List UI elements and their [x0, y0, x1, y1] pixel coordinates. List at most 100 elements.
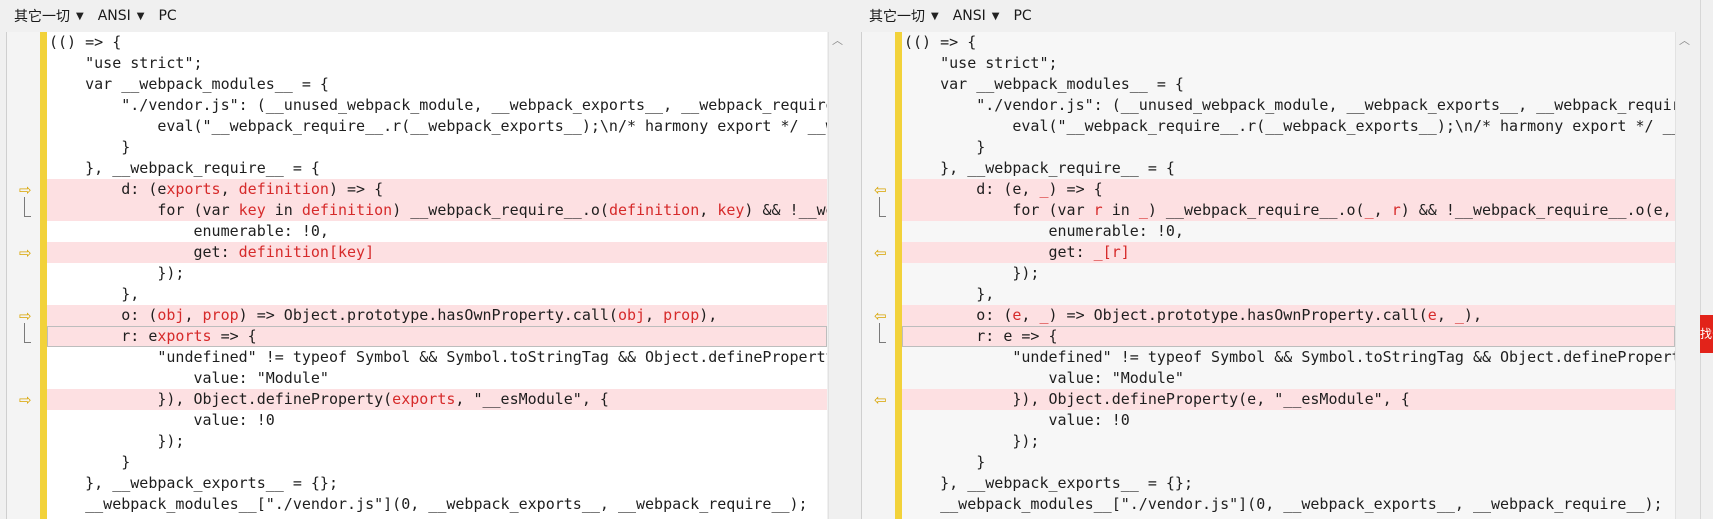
- left-arrow-icon[interactable]: ⇦: [874, 183, 892, 198]
- right-arrow-icon[interactable]: ⇨: [19, 309, 37, 324]
- left-vertical-scrollbar[interactable]: ︿: [828, 32, 846, 519]
- code-token: }, __webpack_require__ = {: [49, 159, 320, 177]
- left-line-endings-selector[interactable]: PC: [158, 8, 176, 24]
- changed-token: _[r]: [1093, 243, 1130, 261]
- code-line[interactable]: enumerable: !0,: [902, 221, 1675, 242]
- code-line[interactable]: }: [902, 137, 1675, 158]
- code-line[interactable]: o: (e, _) => Object.prototype.hasOwnProp…: [902, 305, 1675, 326]
- left-arrow-icon[interactable]: ⇦: [874, 309, 892, 324]
- code-line[interactable]: "undefined" != typeof Symbol && Symbol.t…: [47, 347, 827, 368]
- right-arrow-icon[interactable]: ⇨: [19, 393, 37, 408]
- code-token: __webpack_modules__["./vendor.js"](0, __…: [904, 495, 1663, 513]
- code-line[interactable]: for (var key in definition) __webpack_re…: [47, 200, 827, 221]
- left-arrow-icon[interactable]: ⇦: [874, 246, 892, 261]
- code-line[interactable]: "use strict";: [902, 53, 1675, 74]
- code-line[interactable]: get: definition[key]: [47, 242, 827, 263]
- code-token: "undefined" != typeof Symbol && Symbol.t…: [157, 348, 827, 366]
- right-line-endings-selector[interactable]: PC: [1013, 8, 1031, 24]
- changed-token: _: [1039, 180, 1049, 198]
- code-token: "./vendor.js": (__unused_webpack_module,…: [49, 96, 827, 114]
- code-token: d: (e: [49, 180, 167, 198]
- code-token: ,: [1373, 201, 1392, 219]
- code-line[interactable]: });: [47, 263, 827, 284]
- code-line[interactable]: },: [902, 284, 1675, 305]
- code-token: enumerable: !0,: [49, 222, 329, 240]
- side-consult-tab[interactable]: 找咨: [1700, 315, 1713, 353]
- code-token: ,: [220, 180, 239, 198]
- code-line[interactable]: });: [47, 431, 827, 452]
- code-line[interactable]: "use strict";: [47, 53, 827, 74]
- code-line[interactable]: }, __webpack_exports__ = {};: [47, 473, 827, 494]
- code-line[interactable]: value: !0: [902, 410, 1675, 431]
- code-line[interactable]: value: "Module": [47, 368, 827, 389]
- caret-down-icon: ▼: [76, 10, 84, 22]
- left-arrow-icon[interactable]: ⇦: [874, 393, 892, 408]
- code-line[interactable]: __webpack_modules__["./vendor.js"](0, __…: [902, 494, 1675, 515]
- right-arrow-icon[interactable]: ⇨: [19, 246, 37, 261]
- code-token: "use strict";: [904, 54, 1058, 72]
- scroll-up-arrow-icon[interactable]: ︿: [1676, 32, 1693, 49]
- code-token: ,: [184, 306, 203, 324]
- right-code-editor[interactable]: (() => { "use strict"; var __webpack_mod…: [902, 32, 1675, 519]
- changed-token: r: [1093, 201, 1103, 219]
- code-line[interactable]: }: [902, 452, 1675, 473]
- left-code-editor[interactable]: (() => { "use strict"; var __webpack_mod…: [47, 32, 827, 519]
- code-token: }), Object.defineProperty(: [49, 390, 393, 408]
- code-token: });: [49, 432, 185, 450]
- right-encoding-filter-dropdown[interactable]: 其它一切 ▼: [869, 6, 939, 26]
- code-line[interactable]: for (var r in _) __webpack_require__.o(_…: [902, 200, 1675, 221]
- code-line[interactable]: }: [47, 452, 827, 473]
- left-charset-dropdown[interactable]: ANSI ▼: [98, 8, 145, 24]
- code-line[interactable]: d: (e, _) => {: [902, 179, 1675, 200]
- code-line[interactable]: r: exports => {: [47, 326, 827, 347]
- code-token: get:: [904, 243, 1094, 261]
- code-line[interactable]: }), Object.defineProperty(e, "__esModule…: [902, 389, 1675, 410]
- left-encoding-filter-dropdown[interactable]: 其它一切 ▼: [14, 6, 84, 26]
- changed-token: e: [1427, 306, 1437, 324]
- code-line[interactable]: (() => {: [902, 32, 1675, 53]
- code-line[interactable]: }: [47, 137, 827, 158]
- right-line-endings-label: PC: [1013, 8, 1032, 24]
- code-line[interactable]: enumerable: !0,: [47, 221, 827, 242]
- right-charset-dropdown[interactable]: ANSI ▼: [953, 8, 1000, 24]
- code-line[interactable]: value: "Module": [902, 368, 1675, 389]
- code-line[interactable]: var __webpack_modules__ = {: [47, 74, 827, 95]
- code-line[interactable]: "./vendor.js": (__unused_webpack_module,…: [902, 95, 1675, 116]
- code-token: d: (e,: [904, 180, 1040, 198]
- code-line[interactable]: "./vendor.js": (__unused_webpack_module,…: [47, 95, 827, 116]
- code-token: ) __webpack_require__.o(: [1147, 201, 1365, 219]
- code-line[interactable]: get: _[r]: [902, 242, 1675, 263]
- left-diff-marker-bar: [40, 32, 47, 519]
- changed-token: _: [1039, 306, 1049, 324]
- code-token: ) __webpack_require__.o(: [392, 201, 609, 219]
- code-token: ,: [1436, 306, 1455, 324]
- code-line[interactable]: }, __webpack_exports__ = {};: [902, 473, 1675, 494]
- code-line[interactable]: d: (exports, definition) => {: [47, 179, 827, 200]
- right-encoding-filter-label: 其它一切: [869, 9, 925, 25]
- code-line[interactable]: value: !0: [47, 410, 827, 431]
- right-vertical-scrollbar[interactable]: ︿: [1675, 32, 1693, 519]
- code-line[interactable]: var __webpack_modules__ = {: [902, 74, 1675, 95]
- code-line[interactable]: r: e => {: [902, 326, 1675, 347]
- right-compare-pane: 其它一切 ▼ ANSI ▼ PC ⇦ ⇦ ⇦ ⇦ (() => { "use stri…: [855, 0, 1700, 519]
- code-line[interactable]: }, __webpack_require__ = {: [47, 158, 827, 179]
- code-line[interactable]: eval("__webpack_require__.r(__webpack_ex…: [47, 116, 827, 137]
- scroll-up-arrow-icon[interactable]: ︿: [829, 32, 846, 49]
- code-line[interactable]: __webpack_modules__["./vendor.js"](0, __…: [47, 494, 827, 515]
- code-line[interactable]: }), Object.defineProperty(exports, "__es…: [47, 389, 827, 410]
- code-token: ),: [1463, 306, 1482, 324]
- right-arrow-icon[interactable]: ⇨: [19, 183, 37, 198]
- code-token: var __webpack_modules__ = {: [49, 75, 329, 93]
- code-line[interactable]: });: [902, 263, 1675, 284]
- code-line[interactable]: }, __webpack_require__ = {: [902, 158, 1675, 179]
- code-line[interactable]: o: (obj, prop) => Object.prototype.hasOw…: [47, 305, 827, 326]
- code-line[interactable]: },: [47, 284, 827, 305]
- code-line[interactable]: "undefined" != typeof Symbol && Symbol.t…: [902, 347, 1675, 368]
- code-token: for (var: [49, 201, 239, 219]
- changed-token: prop: [663, 306, 700, 324]
- changed-token: key: [717, 201, 745, 219]
- code-line[interactable]: (() => {: [47, 32, 827, 53]
- code-line[interactable]: eval("__webpack_require__.r(__webpack_ex…: [902, 116, 1675, 137]
- changed-token: prop: [202, 306, 239, 324]
- code-line[interactable]: });: [902, 431, 1675, 452]
